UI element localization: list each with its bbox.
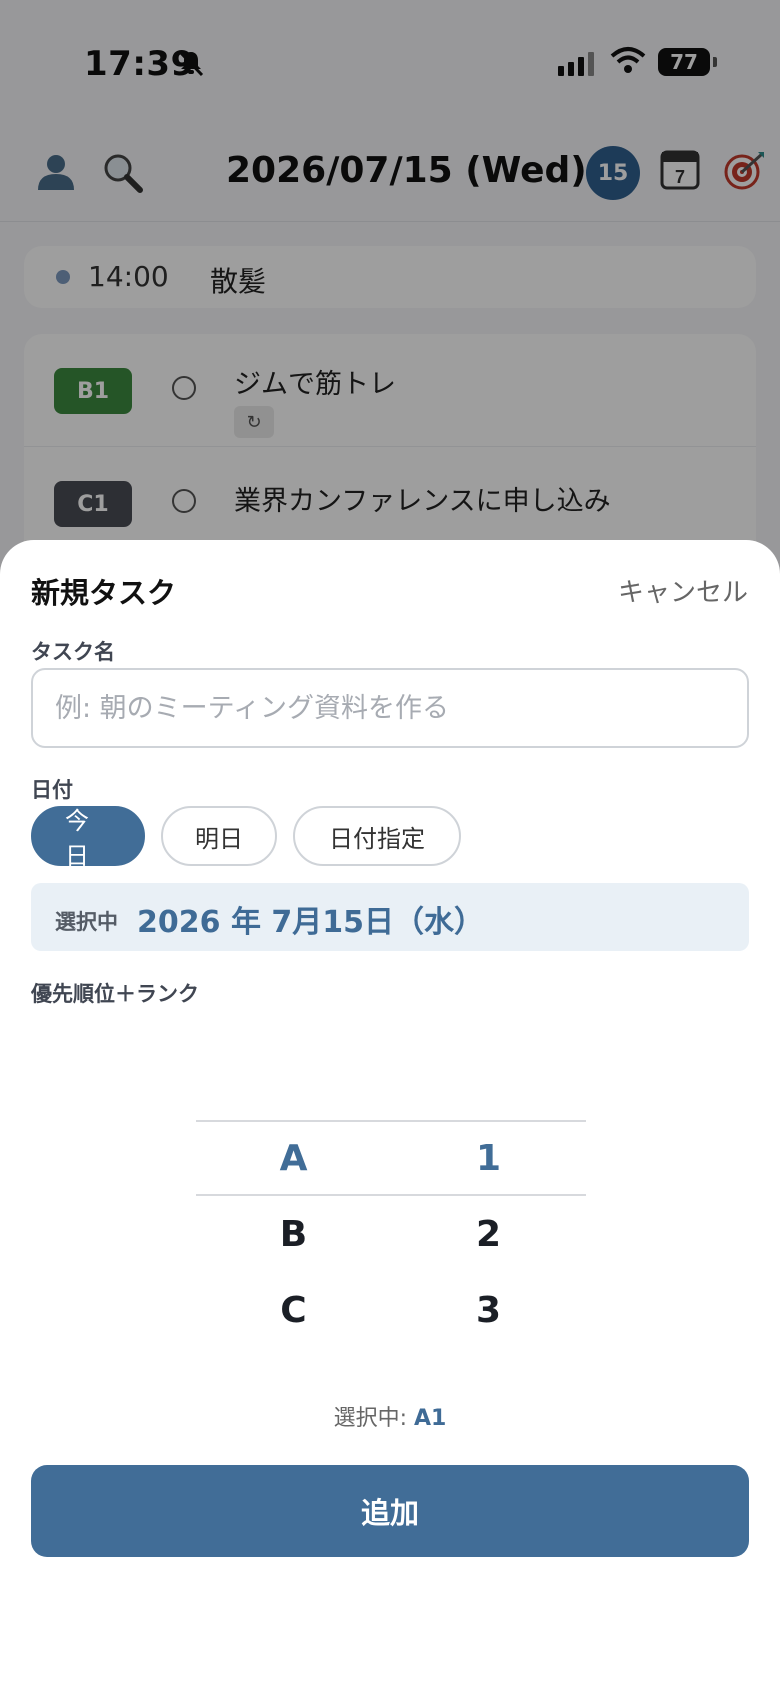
date-label: 日付 [31, 778, 73, 802]
task-name-input[interactable] [31, 668, 749, 748]
cancel-button[interactable]: キャンセル [618, 572, 748, 609]
task-name-label: タスク名 [31, 640, 115, 664]
date-option-today[interactable]: 今日 [31, 806, 145, 870]
selected-date-value: 2026 年 7月15日（水） [137, 905, 485, 940]
priority-rank-picker[interactable]: A B C 1 2 3 [196, 1080, 586, 1331]
priority-label: 優先順位＋ランク [31, 982, 199, 1006]
date-option-custom[interactable]: 日付指定 [293, 806, 461, 866]
add-task-button[interactable]: 追加 [31, 1465, 749, 1557]
selected-priority-prefix: 選択中: [333, 1406, 408, 1431]
priority-letter-wheel[interactable]: A B C [196, 1080, 391, 1348]
picker-option-letter[interactable]: C [196, 1272, 391, 1348]
sheet-title: 新規タスク [31, 576, 177, 610]
selected-date-prefix: 選択中 [55, 910, 118, 934]
selected-priority-value: A1 [414, 1406, 447, 1431]
date-options: 今日 明日 日付指定 [31, 806, 461, 870]
priority-number-wheel[interactable]: 1 2 3 [391, 1080, 586, 1348]
picker-option-number[interactable]: 3 [391, 1272, 586, 1348]
picker-option-number[interactable]: 1 [391, 1120, 586, 1196]
picker-option-number[interactable]: 2 [391, 1196, 586, 1272]
selected-priority-summary: 選択中: A1 [0, 1400, 780, 1432]
picker-option-letter[interactable]: B [196, 1196, 391, 1272]
selected-date-box: 選択中 2026 年 7月15日（水） [31, 883, 749, 951]
date-option-tomorrow[interactable]: 明日 [161, 806, 277, 866]
picker-option-letter[interactable]: A [196, 1120, 391, 1196]
